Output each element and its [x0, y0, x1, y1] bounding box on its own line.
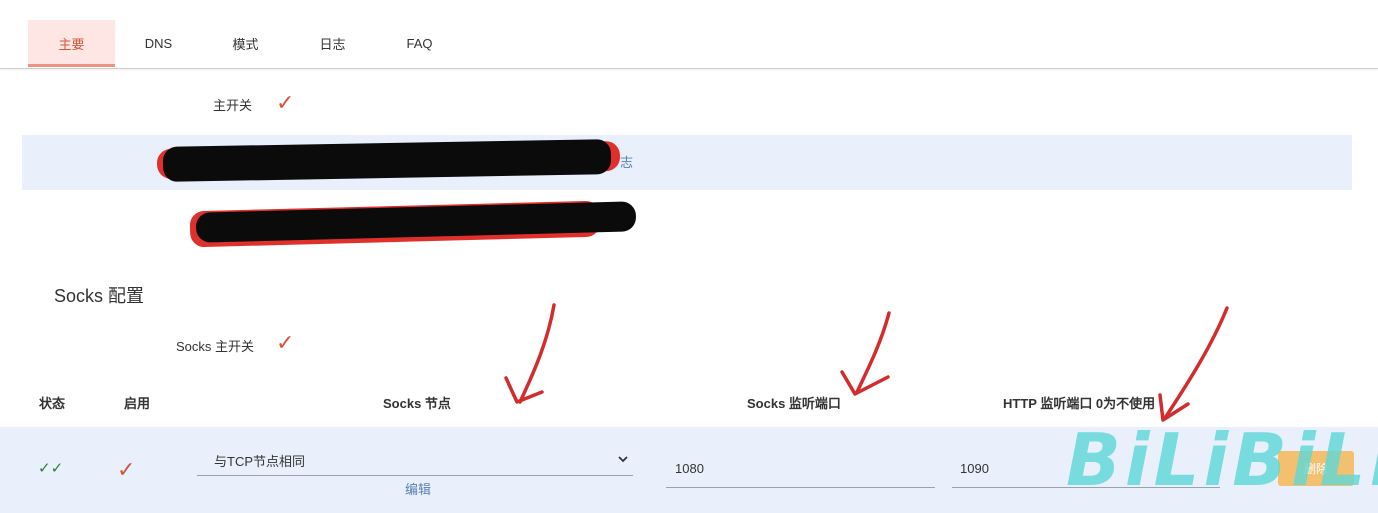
arrow-head-icon [1158, 393, 1190, 422]
arrow-icon [518, 303, 556, 404]
annotation-arrows [504, 303, 1229, 422]
arrow-icon [1163, 306, 1229, 420]
